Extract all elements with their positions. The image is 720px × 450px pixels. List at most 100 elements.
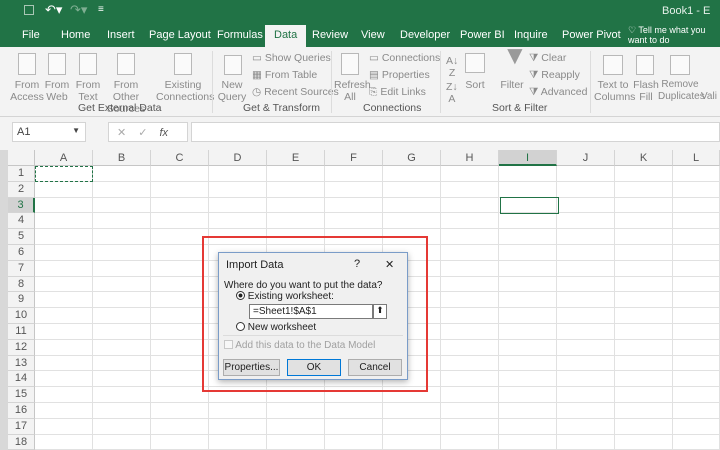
- select-all-button[interactable]: [8, 150, 35, 166]
- row-header-17[interactable]: 17: [8, 418, 35, 435]
- row-header-14[interactable]: 14: [8, 371, 35, 388]
- new-query-icon: [224, 55, 242, 75]
- row-header-9[interactable]: 9: [8, 292, 35, 309]
- properties-button[interactable]: Properties...: [223, 359, 280, 376]
- column-header-A[interactable]: A: [35, 150, 93, 166]
- column-header-L[interactable]: L: [673, 150, 720, 166]
- text-file-icon: [79, 53, 97, 75]
- refresh-all-button[interactable]: Refresh All: [334, 79, 371, 103]
- tab-view[interactable]: View: [361, 29, 385, 41]
- sort-z-a-icon[interactable]: Z↓ A: [446, 81, 458, 105]
- sort-a-z-icon[interactable]: A↓ Z: [446, 55, 458, 79]
- save-icon[interactable]: [24, 5, 34, 15]
- column-header-K[interactable]: K: [615, 150, 673, 166]
- cancel-icon[interactable]: ✕: [117, 127, 138, 139]
- recent-sources-button[interactable]: ◷ Recent Sources: [252, 86, 339, 98]
- tab-developer[interactable]: Developer: [400, 29, 450, 41]
- remove-duplicates-icon: [670, 55, 690, 75]
- from-web-button[interactable]: From Web: [42, 79, 72, 103]
- existing-worksheet-radio[interactable]: Existing worksheet:: [236, 291, 334, 302]
- radio-unselected-icon[interactable]: [236, 322, 245, 331]
- clear-button[interactable]: ⧩ Clear: [529, 52, 566, 64]
- column-header-B[interactable]: B: [93, 150, 151, 166]
- tab-formulas[interactable]: Formulas: [217, 29, 263, 41]
- row-header-15[interactable]: 15: [8, 387, 35, 403]
- close-button[interactable]: ✕: [385, 258, 394, 271]
- formula-input[interactable]: [191, 122, 720, 142]
- group-get-transform: Get & Transform: [243, 102, 321, 114]
- row-header-1[interactable]: 1: [8, 166, 35, 182]
- row-header-11[interactable]: 11: [8, 324, 35, 340]
- from-table-button[interactable]: ▦ From Table: [252, 69, 317, 81]
- row-header-4[interactable]: 4: [8, 213, 35, 230]
- column-header-C[interactable]: C: [151, 150, 209, 166]
- group-sort-filter: Sort & Filter: [492, 102, 548, 114]
- undo-icon[interactable]: ↶▾: [45, 2, 62, 18]
- row-header-6[interactable]: 6: [8, 245, 35, 261]
- column-header-J[interactable]: J: [557, 150, 615, 166]
- cancel-button[interactable]: Cancel: [348, 359, 402, 376]
- enter-icon[interactable]: ✓: [138, 127, 159, 139]
- active-cell-i3[interactable]: [500, 197, 559, 214]
- reapply-button[interactable]: ⧩ Reapply: [529, 69, 580, 81]
- help-button[interactable]: ?: [354, 258, 360, 270]
- radio-selected-icon[interactable]: [236, 291, 245, 300]
- column-header-D[interactable]: D: [209, 150, 267, 166]
- row-header-5[interactable]: 5: [8, 229, 35, 245]
- column-header-E[interactable]: E: [267, 150, 325, 166]
- lightbulb-icon: ♡: [628, 25, 639, 35]
- ok-button[interactable]: OK: [287, 359, 341, 376]
- row-header-16[interactable]: 16: [8, 403, 35, 419]
- flash-fill-button[interactable]: Flash Fill: [632, 79, 660, 103]
- tab-data[interactable]: Data: [265, 25, 307, 47]
- group-separator: [331, 51, 332, 113]
- group-separator: [212, 51, 213, 113]
- row-header-3[interactable]: 3: [8, 197, 35, 214]
- advanced-button[interactable]: ⧩ Advanced: [529, 86, 587, 98]
- tab-power-pivot[interactable]: Power Pivot: [562, 29, 621, 41]
- existing-connections-button[interactable]: Existing Connections: [156, 79, 214, 103]
- range-input[interactable]: =Sheet1!$A$1: [249, 304, 373, 319]
- tab-page-layout[interactable]: Page Layout: [149, 29, 211, 41]
- row-header-8[interactable]: 8: [8, 276, 35, 293]
- tell-me-search[interactable]: ♡ Tell me what you want to do: [628, 25, 718, 45]
- tab-power-bi[interactable]: Power BI: [460, 29, 505, 41]
- chevron-down-icon[interactable]: ▼: [72, 126, 80, 135]
- edit-links-button[interactable]: ⎘ Edit Links: [369, 86, 426, 98]
- new-query-button[interactable]: New Query: [216, 79, 248, 103]
- web-icon: [48, 53, 66, 75]
- connections-button[interactable]: ▭ Connections: [369, 52, 440, 64]
- column-header-G[interactable]: G: [383, 150, 441, 166]
- tab-home[interactable]: Home: [61, 29, 90, 41]
- row-header-7[interactable]: 7: [8, 260, 35, 277]
- data-model-checkbox: Add this data to the Data Model: [224, 340, 375, 351]
- redo-icon[interactable]: ↷▾: [70, 2, 87, 18]
- text-to-columns-button[interactable]: Text to Columns: [594, 79, 635, 103]
- tab-insert[interactable]: Insert: [107, 29, 135, 41]
- tab-file[interactable]: File: [22, 29, 40, 41]
- from-access-button[interactable]: From Access: [10, 79, 44, 103]
- remove-duplicates-button[interactable]: Remove Duplicates: [658, 79, 705, 103]
- properties-button[interactable]: ▤ Properties: [369, 69, 430, 81]
- grid-line: [35, 433, 720, 435]
- row-header-2[interactable]: 2: [8, 181, 35, 198]
- row-header-12[interactable]: 12: [8, 339, 35, 356]
- from-text-button[interactable]: From Text: [73, 79, 103, 103]
- column-header-I[interactable]: I: [499, 150, 557, 166]
- insert-function-icon[interactable]: fx: [159, 127, 168, 139]
- sort-button[interactable]: Sort: [463, 79, 487, 91]
- column-header-H[interactable]: H: [441, 150, 499, 166]
- grid-line: [35, 212, 720, 214]
- new-worksheet-radio[interactable]: New worksheet: [236, 322, 316, 333]
- filter-button[interactable]: Filter: [498, 79, 526, 91]
- row-header-10[interactable]: 10: [8, 308, 35, 324]
- row-header-13[interactable]: 13: [8, 355, 35, 372]
- customize-qat-icon[interactable]: ≡: [98, 4, 104, 15]
- name-box[interactable]: A1 ▼: [12, 122, 86, 142]
- row-header-18[interactable]: 18: [8, 434, 35, 450]
- data-validation-button[interactable]: Vali: [701, 91, 717, 103]
- tab-review[interactable]: Review: [312, 29, 348, 41]
- show-queries-button[interactable]: ▭ Show Queries: [252, 52, 331, 64]
- collapse-dialog-icon[interactable]: ⬆: [373, 304, 387, 319]
- column-header-F[interactable]: F: [325, 150, 383, 166]
